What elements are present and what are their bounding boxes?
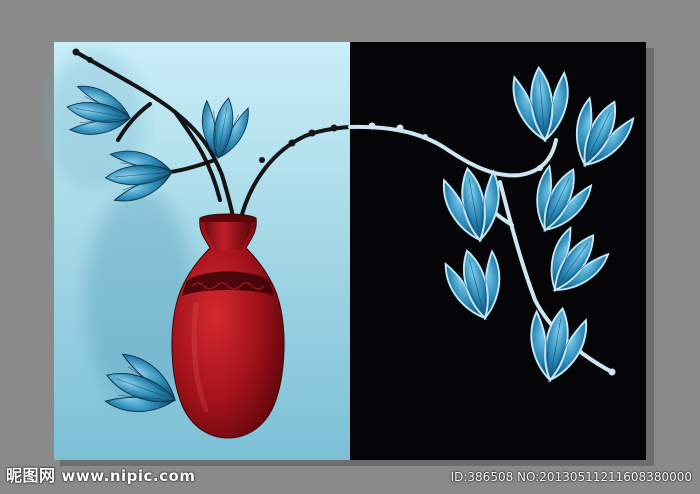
watermark-image-id: ID:386508 NO:20130511211608380000 (450, 470, 692, 484)
watermark-left: 昵图网 www.nipic.com (6, 462, 195, 486)
artwork-canvas (0, 0, 700, 494)
watermark-brand: 昵图网 (6, 466, 56, 485)
watermark-site: www.nipic.com (61, 467, 196, 485)
right-panel (350, 42, 646, 460)
